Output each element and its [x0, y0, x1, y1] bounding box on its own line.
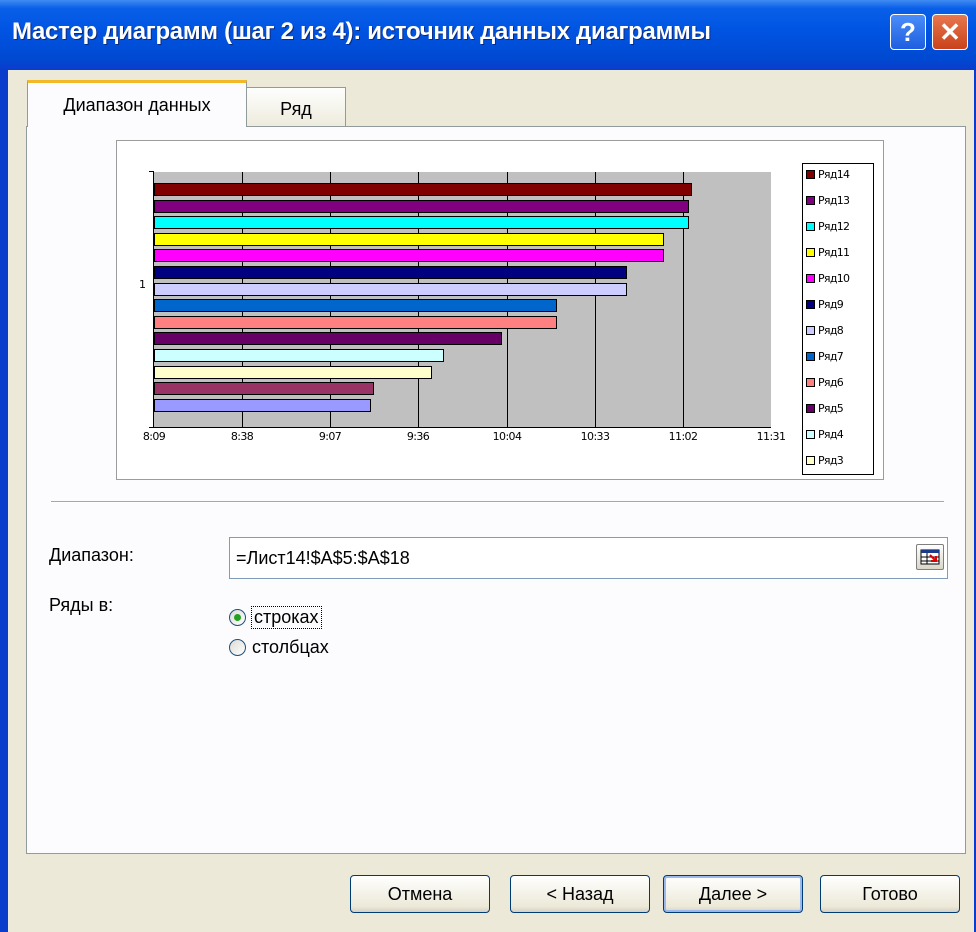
legend-label: Ряд7	[818, 349, 844, 363]
legend-label: Ряд5	[818, 401, 844, 415]
back-button[interactable]: < Назад	[510, 875, 650, 913]
bar-Ряд14	[154, 183, 692, 196]
bar-Ряд3	[154, 365, 432, 379]
legend-swatch	[806, 377, 815, 387]
radio-columns[interactable]: столбцах	[229, 637, 329, 658]
bar-Ряд11	[154, 232, 664, 246]
radio-rows[interactable]: строках	[229, 606, 322, 629]
y-axis-tick	[149, 171, 154, 172]
legend-item: Ряд11	[806, 245, 850, 259]
legend-item: Ряд7	[806, 349, 844, 363]
dialog-body: Диапазон данных Ряд 1 8:09 8:38 9:07 9:36 10…	[8, 70, 974, 932]
legend-label: Ряд6	[818, 375, 844, 389]
separator	[51, 501, 944, 503]
legend-item: Ряд10	[806, 271, 850, 285]
title-bar: Мастер диаграмм (шаг 2 из 4): источник д…	[0, 0, 976, 70]
bar-Ряд8	[154, 282, 627, 296]
close-icon: ✕	[939, 16, 961, 47]
x-axis-line	[154, 427, 771, 428]
legend-label: Ряд4	[818, 427, 844, 441]
legend-label: Ряд8	[818, 323, 844, 337]
tab-data-range[interactable]: Диапазон данных	[27, 80, 247, 127]
legend-swatch	[806, 299, 815, 309]
radio-rows-label: строках	[251, 606, 322, 629]
radio-columns-label: столбцах	[252, 637, 329, 657]
next-button[interactable]: Далее >	[663, 875, 803, 913]
legend-label: Ряд10	[818, 271, 850, 285]
radio-button-checked[interactable]	[229, 609, 246, 626]
legend-item: Ряд4	[806, 427, 844, 441]
chart-legend: Ряд14 Ряд13 Ряд12 Ряд11 Ряд10 Ряд9 Ряд8 Ряд7 Ряд…	[802, 163, 874, 475]
tab-panel: 1 8:09 8:38 9:07 9:36 10:04 10:33 11:02 11:31 Р…	[26, 126, 966, 854]
window-title: Мастер диаграмм (шаг 2 из 4): источник д…	[12, 18, 711, 45]
legend-swatch	[806, 247, 815, 257]
collapse-dialog-button[interactable]	[916, 544, 944, 570]
bar-Ряд5	[154, 332, 502, 346]
x-tick-label: 11:31	[756, 430, 786, 443]
range-select-icon	[920, 549, 940, 565]
range-label: Диапазон:	[49, 545, 134, 565]
legend-label: Ряд14	[818, 167, 850, 181]
bar-Ряд4	[154, 349, 444, 362]
radio-button[interactable]	[229, 639, 246, 656]
bar-Ряд6	[154, 315, 557, 329]
bar-Ряд7	[154, 299, 557, 313]
bar-Ряд9	[154, 266, 627, 279]
legend-swatch	[806, 325, 815, 335]
cancel-button[interactable]: Отмена	[350, 875, 490, 913]
legend-swatch	[806, 351, 815, 361]
legend-swatch	[806, 273, 815, 283]
x-tick-label: 10:04	[492, 430, 522, 443]
x-tick-label: 9:36	[406, 430, 430, 443]
legend-label: Ряд9	[818, 297, 844, 311]
legend-item: Ряд14	[806, 167, 850, 181]
legend-swatch	[806, 195, 815, 205]
x-tick-label: 8:38	[230, 430, 254, 443]
x-tick-label: 8:09	[142, 430, 166, 443]
series-in-label: Ряды в:	[49, 595, 114, 615]
bar-Ряд1	[154, 398, 371, 412]
y-category-label: 1	[139, 278, 146, 291]
x-tick-label: 10:33	[580, 430, 610, 443]
legend-item: Ряд13	[806, 193, 850, 207]
legend-swatch	[806, 455, 815, 465]
legend-label: Ряд12	[818, 219, 850, 233]
legend-label: Ряд11	[818, 245, 850, 259]
legend-swatch	[806, 429, 815, 439]
chart-wizard-dialog: Мастер диаграмм (шаг 2 из 4): источник д…	[0, 0, 976, 932]
bar-Ряд10	[154, 249, 664, 263]
help-button[interactable]: ?	[890, 14, 926, 50]
range-input[interactable]: =Лист14!$A$5:$A$18	[229, 537, 948, 579]
legend-item: Ряд3	[806, 453, 844, 467]
legend-label: Ряд3	[818, 453, 844, 467]
legend-item: Ряд9	[806, 297, 844, 311]
legend-item: Ряд5	[806, 401, 844, 415]
legend-item: Ряд8	[806, 323, 844, 337]
y-axis-line	[153, 171, 154, 428]
legend-swatch	[806, 221, 815, 231]
range-input-value: =Лист14!$A$5:$A$18	[236, 547, 410, 568]
bar-Ряд12	[154, 216, 689, 230]
legend-swatch	[806, 403, 815, 413]
legend-swatch	[806, 169, 815, 179]
bar-Ряд2	[154, 382, 374, 396]
y-axis-tick	[149, 427, 154, 428]
legend-item: Ряд6	[806, 375, 844, 389]
tab-series[interactable]: Ряд	[246, 87, 346, 131]
chart-preview: 1 8:09 8:38 9:07 9:36 10:04 10:33 11:02 11:31 Р…	[116, 140, 884, 480]
legend-item: Ряд12	[806, 219, 850, 233]
close-button[interactable]: ✕	[932, 14, 968, 50]
x-tick-label: 9:07	[318, 430, 342, 443]
finish-button[interactable]: Готово	[820, 875, 960, 913]
legend-label: Ряд13	[818, 193, 850, 207]
bar-Ряд13	[154, 199, 689, 213]
x-tick-label: 11:02	[668, 430, 698, 443]
